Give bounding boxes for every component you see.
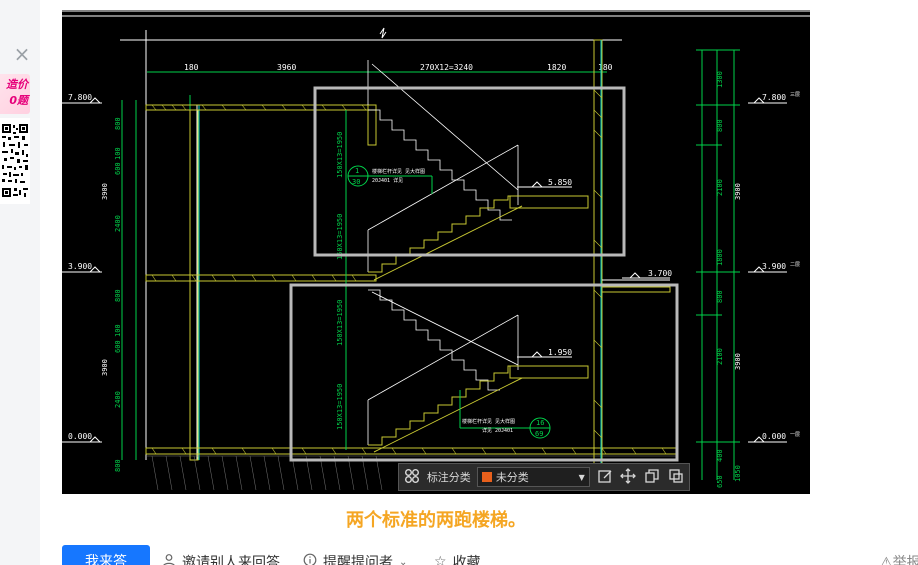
chevron-down-icon: ⌄ [399, 556, 408, 565]
landing-level: 5.850 [548, 178, 572, 187]
copy-icon[interactable] [643, 468, 661, 486]
right-dim: 2100 [716, 348, 724, 365]
right-dim: 3900 [734, 353, 742, 370]
left-dim: 2400 [114, 391, 122, 408]
left-sidebar: × 造价 0题 [0, 0, 40, 565]
floor-tag: 一层 [790, 432, 800, 438]
callout-note: 详见 20J401 [482, 427, 513, 434]
stair-section-drawing: 180 3960 270X12=3240 1820 180 800 100 60… [62, 10, 810, 494]
favorite-label: 收藏 [452, 555, 481, 565]
top-dim: 1820 [547, 63, 566, 72]
callout-number: 30 [352, 178, 360, 186]
star-icon: ☆ [434, 554, 447, 565]
stair-dim: 150X13=1950 [336, 214, 344, 260]
remind-asker-button[interactable]: 提醒提问者 ⌄ [303, 552, 407, 565]
callout-number: 69 [535, 430, 543, 438]
left-dim: 800 [114, 459, 122, 472]
cad-drawing-image[interactable]: 180 3960 270X12=3240 1820 180 800 100 60… [62, 10, 810, 494]
page: × 造价 0题 180 3960 270X12=3240 1820 180 80… [0, 0, 918, 565]
right-dim: 2100 [716, 179, 724, 196]
landing-level: 3.700 [648, 269, 672, 278]
top-dim: 180 [184, 63, 199, 72]
right-dim: 1300 [716, 71, 724, 88]
image-caption: 两个标准的两跑楼梯。 [346, 510, 526, 531]
left-dim: 800 [114, 117, 122, 130]
report-label: 举报 [892, 555, 918, 565]
ad-text-line2: 0题 [9, 94, 28, 107]
right-dim: 1800 [716, 249, 724, 266]
top-dim: 3960 [277, 63, 296, 72]
edit-icon[interactable] [596, 468, 614, 486]
user-icon [162, 553, 176, 565]
invite-answer-label: 邀请别人来回答 [182, 555, 280, 565]
top-dim: 270X12=3240 [420, 63, 473, 72]
qr-code-icon [0, 118, 30, 204]
left-dim: 3900 [101, 183, 109, 200]
warning-icon: ⚠ [880, 555, 893, 565]
callout-number: 1 [355, 167, 359, 175]
landing-level: 1.950 [548, 348, 572, 357]
left-dim: 100 [114, 147, 122, 160]
ad-banner[interactable]: 造价 0题 [0, 74, 30, 114]
favorite-button[interactable]: ☆ 收藏 [434, 552, 481, 565]
callout-note: 20J401 详见 [372, 177, 403, 184]
paste-icon[interactable] [667, 468, 685, 486]
stair-dim: 150X13=1950 [336, 300, 344, 346]
move-icon[interactable] [620, 468, 638, 486]
floor-tag: 二层 [790, 262, 800, 268]
ad-text-line1: 造价 [6, 78, 28, 91]
chevron-down-icon: ▼ [578, 472, 585, 482]
info-icon [303, 553, 317, 565]
callout-note: 楼梯栏杆详见 见大样图 [462, 418, 515, 425]
stair-dim: 150X13=1950 [336, 132, 344, 178]
left-dim: 800 [114, 289, 122, 302]
right-dim: 800 [716, 119, 724, 132]
annotation-toolbar: 标注分类 未分类 ▼ [398, 463, 690, 491]
close-icon[interactable]: × [12, 44, 32, 64]
left-dim: 100 [114, 324, 122, 337]
annotation-category-label: 标注分类 [426, 471, 471, 484]
left-dim: 3900 [101, 359, 109, 376]
category-select-value: 未分类 [495, 471, 529, 484]
right-dim: 3900 [734, 183, 742, 200]
category-color-swatch [481, 472, 492, 482]
left-dim: 600 [114, 340, 122, 353]
left-dim: 600 [114, 162, 122, 175]
report-button[interactable]: ⚠举报 [880, 552, 918, 565]
grid-icon[interactable] [403, 468, 421, 486]
level-label: 0.000 [762, 432, 786, 441]
right-dim: 1050 [734, 465, 742, 482]
remind-asker-label: 提醒提问者 [323, 555, 393, 565]
callout-note: 楼梯栏杆详见 见大样图 [372, 168, 425, 175]
right-dim: 400 [716, 449, 724, 462]
annotation-category-select[interactable]: 未分类 ▼ [476, 467, 590, 487]
top-dim: 180 [598, 63, 613, 72]
left-dim: 2400 [114, 215, 122, 232]
level-label: 7.800 [68, 93, 92, 102]
level-label: 3.900 [68, 262, 92, 271]
right-dim: 650 [716, 475, 724, 488]
invite-answer-button[interactable]: 邀请别人来回答 [162, 552, 280, 565]
level-label: 7.800 [762, 93, 786, 102]
stair-dim: 150X13=1950 [336, 384, 344, 430]
right-dim: 800 [716, 290, 724, 303]
answer-button[interactable]: 我来答 [62, 545, 150, 565]
level-label: 3.900 [762, 262, 786, 271]
callout-number: 16 [536, 419, 544, 427]
level-label: 0.000 [68, 432, 92, 441]
floor-tag: 三层 [790, 92, 800, 98]
